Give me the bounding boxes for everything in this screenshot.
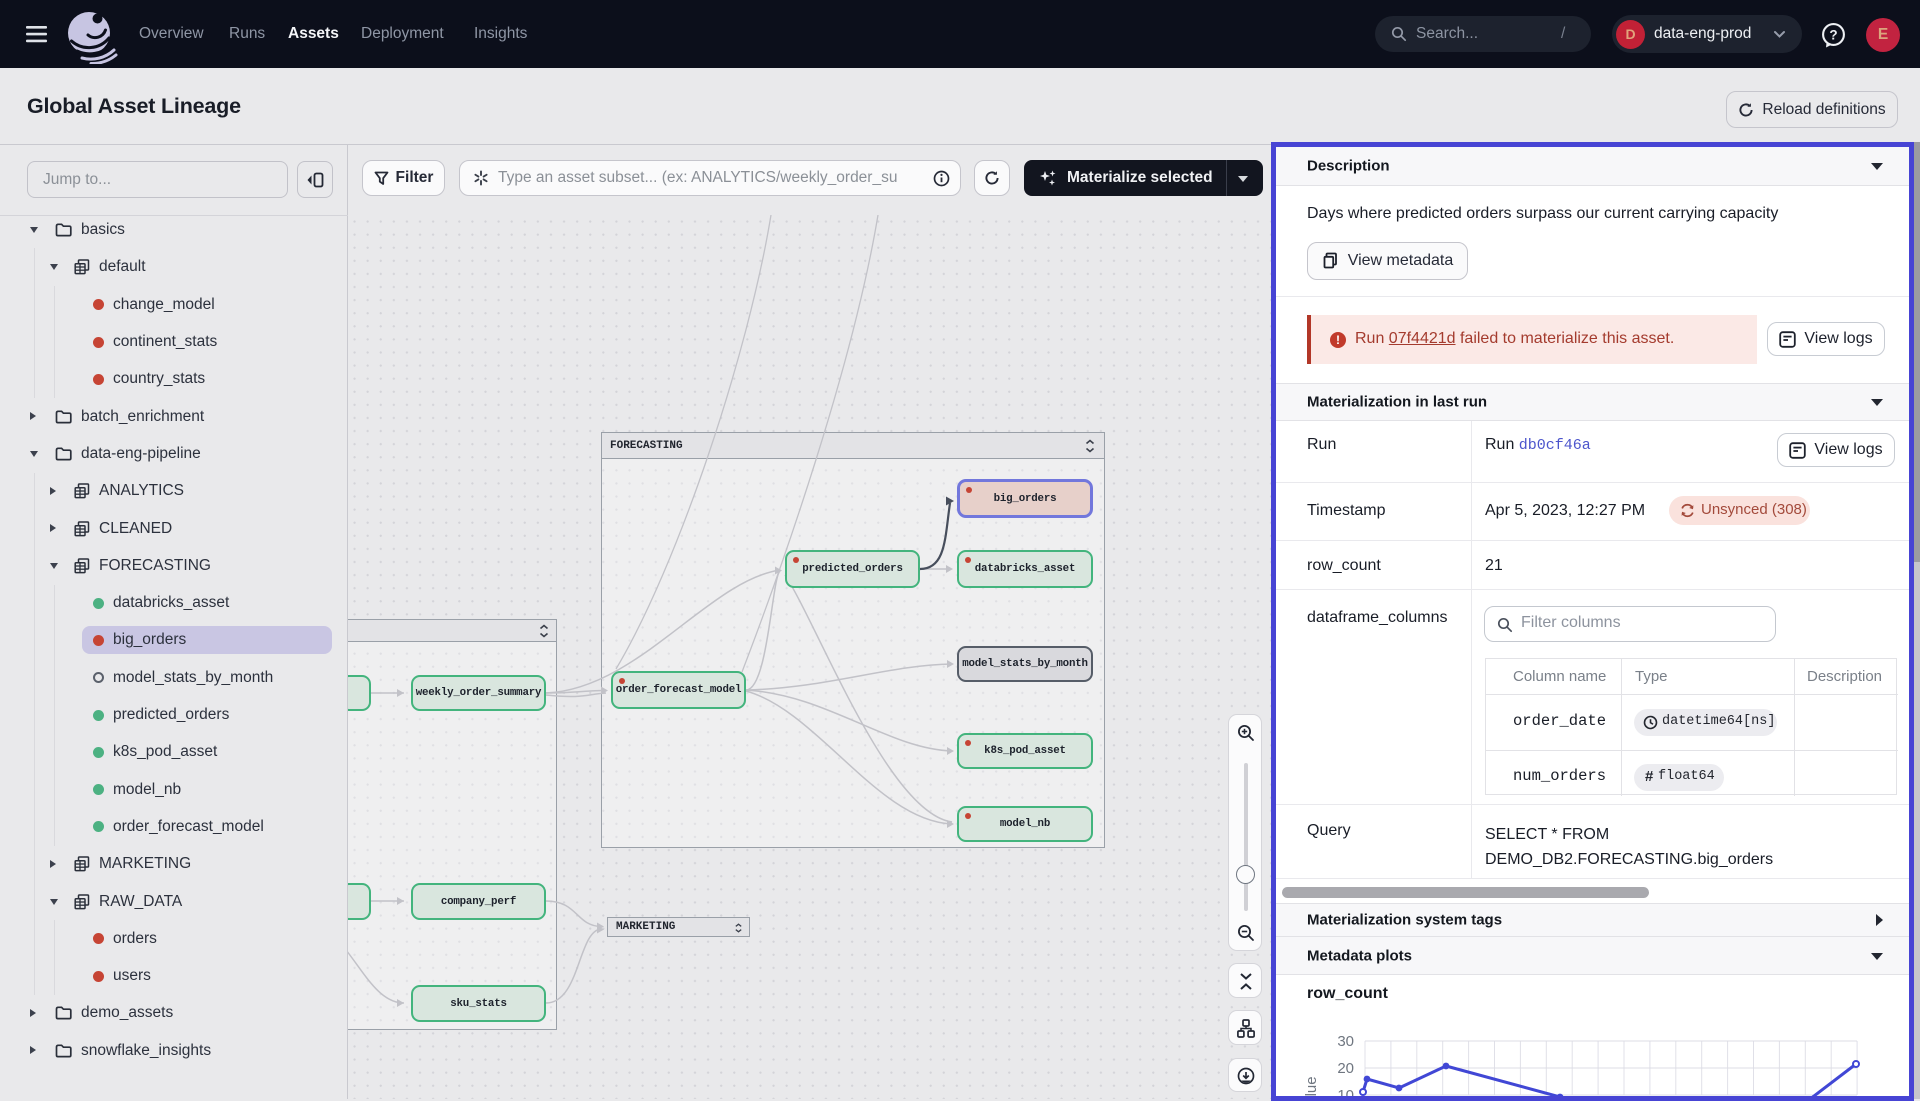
- svg-text:Value: Value: [1303, 1076, 1320, 1101]
- svg-text:30: 30: [1337, 1033, 1354, 1050]
- svg-text:?: ?: [1829, 27, 1837, 42]
- svg-text:20: 20: [1337, 1060, 1354, 1077]
